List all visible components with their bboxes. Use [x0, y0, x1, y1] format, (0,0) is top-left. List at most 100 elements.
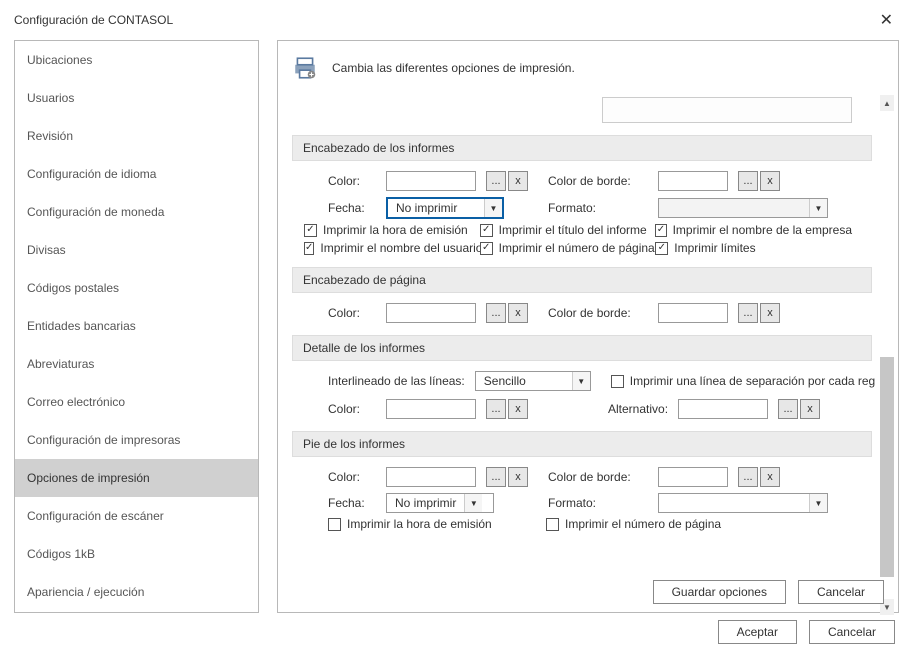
date-label: Fecha:	[328, 201, 376, 215]
save-options-button[interactable]: Guardar opciones	[653, 580, 786, 604]
partial-control-above[interactable]	[602, 97, 852, 123]
interline-combo[interactable]: Sencillo ▼	[475, 371, 591, 391]
alt-label: Alternativo:	[608, 402, 668, 416]
ft-color-pick-button[interactable]: ...	[486, 467, 506, 487]
interline-label: Interlineado de las líneas:	[328, 374, 465, 388]
date-combo[interactable]: No imprimir ▼	[386, 197, 504, 219]
detail-color-pick-button[interactable]: ...	[486, 399, 506, 419]
border-color-input[interactable]	[658, 171, 728, 191]
alt-pick-button[interactable]: ...	[778, 399, 798, 419]
ft-format-combo[interactable]: ▼	[658, 493, 828, 513]
accept-button[interactable]: Aceptar	[718, 620, 797, 644]
ft-format-label: Formato:	[548, 496, 648, 510]
scroll-viewport: Encabezado de los informes Color: ... x	[292, 91, 876, 572]
ft-border-pick-button[interactable]: ...	[738, 467, 758, 487]
check-print-limits[interactable]	[655, 242, 668, 255]
chevron-down-icon[interactable]: ▼	[809, 494, 827, 512]
group-body-page-header: Color: ... x Color de borde:	[292, 303, 872, 335]
check-ft-print-time[interactable]	[328, 518, 341, 531]
scrollbar[interactable]: ▲ ▼	[880, 95, 896, 615]
ft-color-input[interactable]	[386, 467, 476, 487]
group-body-detail: Interlineado de las líneas: Sencillo ▼ I…	[292, 371, 872, 431]
scroll-thumb[interactable]	[880, 357, 894, 577]
main-panel: Cambia las diferentes opciones de impres…	[277, 40, 899, 613]
color-clear-button[interactable]: x	[508, 171, 528, 191]
ph-color-input[interactable]	[386, 303, 476, 323]
scroll-content: Encabezado de los informes Color: ... x	[292, 97, 876, 551]
alt-input[interactable]	[678, 399, 768, 419]
border-color-clear-button[interactable]: x	[760, 171, 780, 191]
config-dialog: Configuración de CONTASOL ✕ Ubicaciones …	[0, 0, 913, 656]
ft-border-clear-button[interactable]: x	[760, 467, 780, 487]
ph-border-label: Color de borde:	[548, 306, 648, 320]
sidebar-item-apariencia[interactable]: Apariencia / ejecución	[15, 573, 258, 611]
color-input[interactable]	[386, 171, 476, 191]
sidebar-item-opciones-impresion[interactable]: Opciones de impresión	[15, 459, 258, 497]
alt-clear-button[interactable]: x	[800, 399, 820, 419]
ft-color-label: Color:	[328, 470, 376, 484]
panel-header: Cambia las diferentes opciones de impres…	[278, 41, 898, 91]
sidebar-item-abreviaturas[interactable]: Abreviaturas	[15, 345, 258, 383]
format-label: Formato:	[548, 201, 648, 215]
sidebar-item-codigos-1kb[interactable]: Códigos 1kB	[15, 535, 258, 573]
sidebar-item-ubicaciones[interactable]: Ubicaciones	[15, 41, 258, 79]
group-title-report-header: Encabezado de los informes	[292, 135, 872, 161]
group-title-detail: Detalle de los informes	[292, 335, 872, 361]
cancel-button[interactable]: Cancelar	[809, 620, 895, 644]
content-area: Ubicaciones Usuarios Revisión Configurac…	[0, 40, 913, 613]
dialog-buttons: Aceptar Cancelar	[718, 620, 895, 644]
ph-border-input[interactable]	[658, 303, 728, 323]
border-color-label: Color de borde:	[548, 174, 648, 188]
panel-cancel-button[interactable]: Cancelar	[798, 580, 884, 604]
chevron-down-icon[interactable]: ▼	[572, 372, 590, 390]
scroll-up-button[interactable]: ▲	[880, 95, 894, 111]
ft-date-label: Fecha:	[328, 496, 376, 510]
check-print-time[interactable]	[304, 224, 317, 237]
sidebar-item-idioma[interactable]: Configuración de idioma	[15, 155, 258, 193]
check-separator-line[interactable]	[611, 375, 624, 388]
panel-heading: Cambia las diferentes opciones de impres…	[332, 61, 575, 75]
detail-color-input[interactable]	[386, 399, 476, 419]
check-print-user[interactable]	[304, 242, 314, 255]
sidebar-item-revision[interactable]: Revisión	[15, 117, 258, 155]
group-title-footer: Pie de los informes	[292, 431, 872, 457]
group-body-footer: Color: ... x Color de borde:	[292, 467, 872, 551]
ft-date-combo[interactable]: No imprimir ▼	[386, 493, 494, 513]
ph-color-label: Color:	[328, 306, 376, 320]
sidebar-item-moneda[interactable]: Configuración de moneda	[15, 193, 258, 231]
ph-border-pick-button[interactable]: ...	[738, 303, 758, 323]
check-print-title[interactable]	[480, 224, 493, 237]
printer-icon	[292, 55, 318, 81]
sidebar-item-usuarios[interactable]: Usuarios	[15, 79, 258, 117]
sidebar-item-divisas[interactable]: Divisas	[15, 231, 258, 269]
ph-color-pick-button[interactable]: ...	[486, 303, 506, 323]
group-title-page-header: Encabezado de página	[292, 267, 872, 293]
sidebar[interactable]: Ubicaciones Usuarios Revisión Configurac…	[14, 40, 259, 613]
panel-buttons: Guardar opciones Cancelar	[653, 580, 884, 604]
sidebar-item-entidades[interactable]: Entidades bancarias	[15, 307, 258, 345]
close-icon[interactable]: ✕	[874, 10, 899, 30]
ft-border-label: Color de borde:	[548, 470, 648, 484]
check-print-company[interactable]	[655, 224, 666, 237]
format-combo[interactable]: ▼	[658, 198, 828, 218]
border-color-pick-button[interactable]: ...	[738, 171, 758, 191]
sidebar-item-codigos-postales[interactable]: Códigos postales	[15, 269, 258, 307]
sidebar-item-escaner[interactable]: Configuración de escáner	[15, 497, 258, 535]
window-title: Configuración de CONTASOL	[14, 13, 173, 27]
ft-border-input[interactable]	[658, 467, 728, 487]
chevron-down-icon[interactable]: ▼	[484, 199, 502, 217]
chevron-down-icon[interactable]: ▼	[464, 494, 482, 512]
ft-color-clear-button[interactable]: x	[508, 467, 528, 487]
color-label: Color:	[328, 174, 376, 188]
ph-color-clear-button[interactable]: x	[508, 303, 528, 323]
chevron-down-icon[interactable]: ▼	[809, 199, 827, 217]
ph-border-clear-button[interactable]: x	[760, 303, 780, 323]
color-pick-button[interactable]: ...	[486, 171, 506, 191]
title-bar: Configuración de CONTASOL ✕	[0, 0, 913, 40]
group-body-report-header: Color: ... x Color de borde:	[292, 171, 872, 267]
check-ft-print-page[interactable]	[546, 518, 559, 531]
sidebar-item-correo[interactable]: Correo electrónico	[15, 383, 258, 421]
detail-color-clear-button[interactable]: x	[508, 399, 528, 419]
check-print-page[interactable]	[480, 242, 493, 255]
sidebar-item-impresoras[interactable]: Configuración de impresoras	[15, 421, 258, 459]
